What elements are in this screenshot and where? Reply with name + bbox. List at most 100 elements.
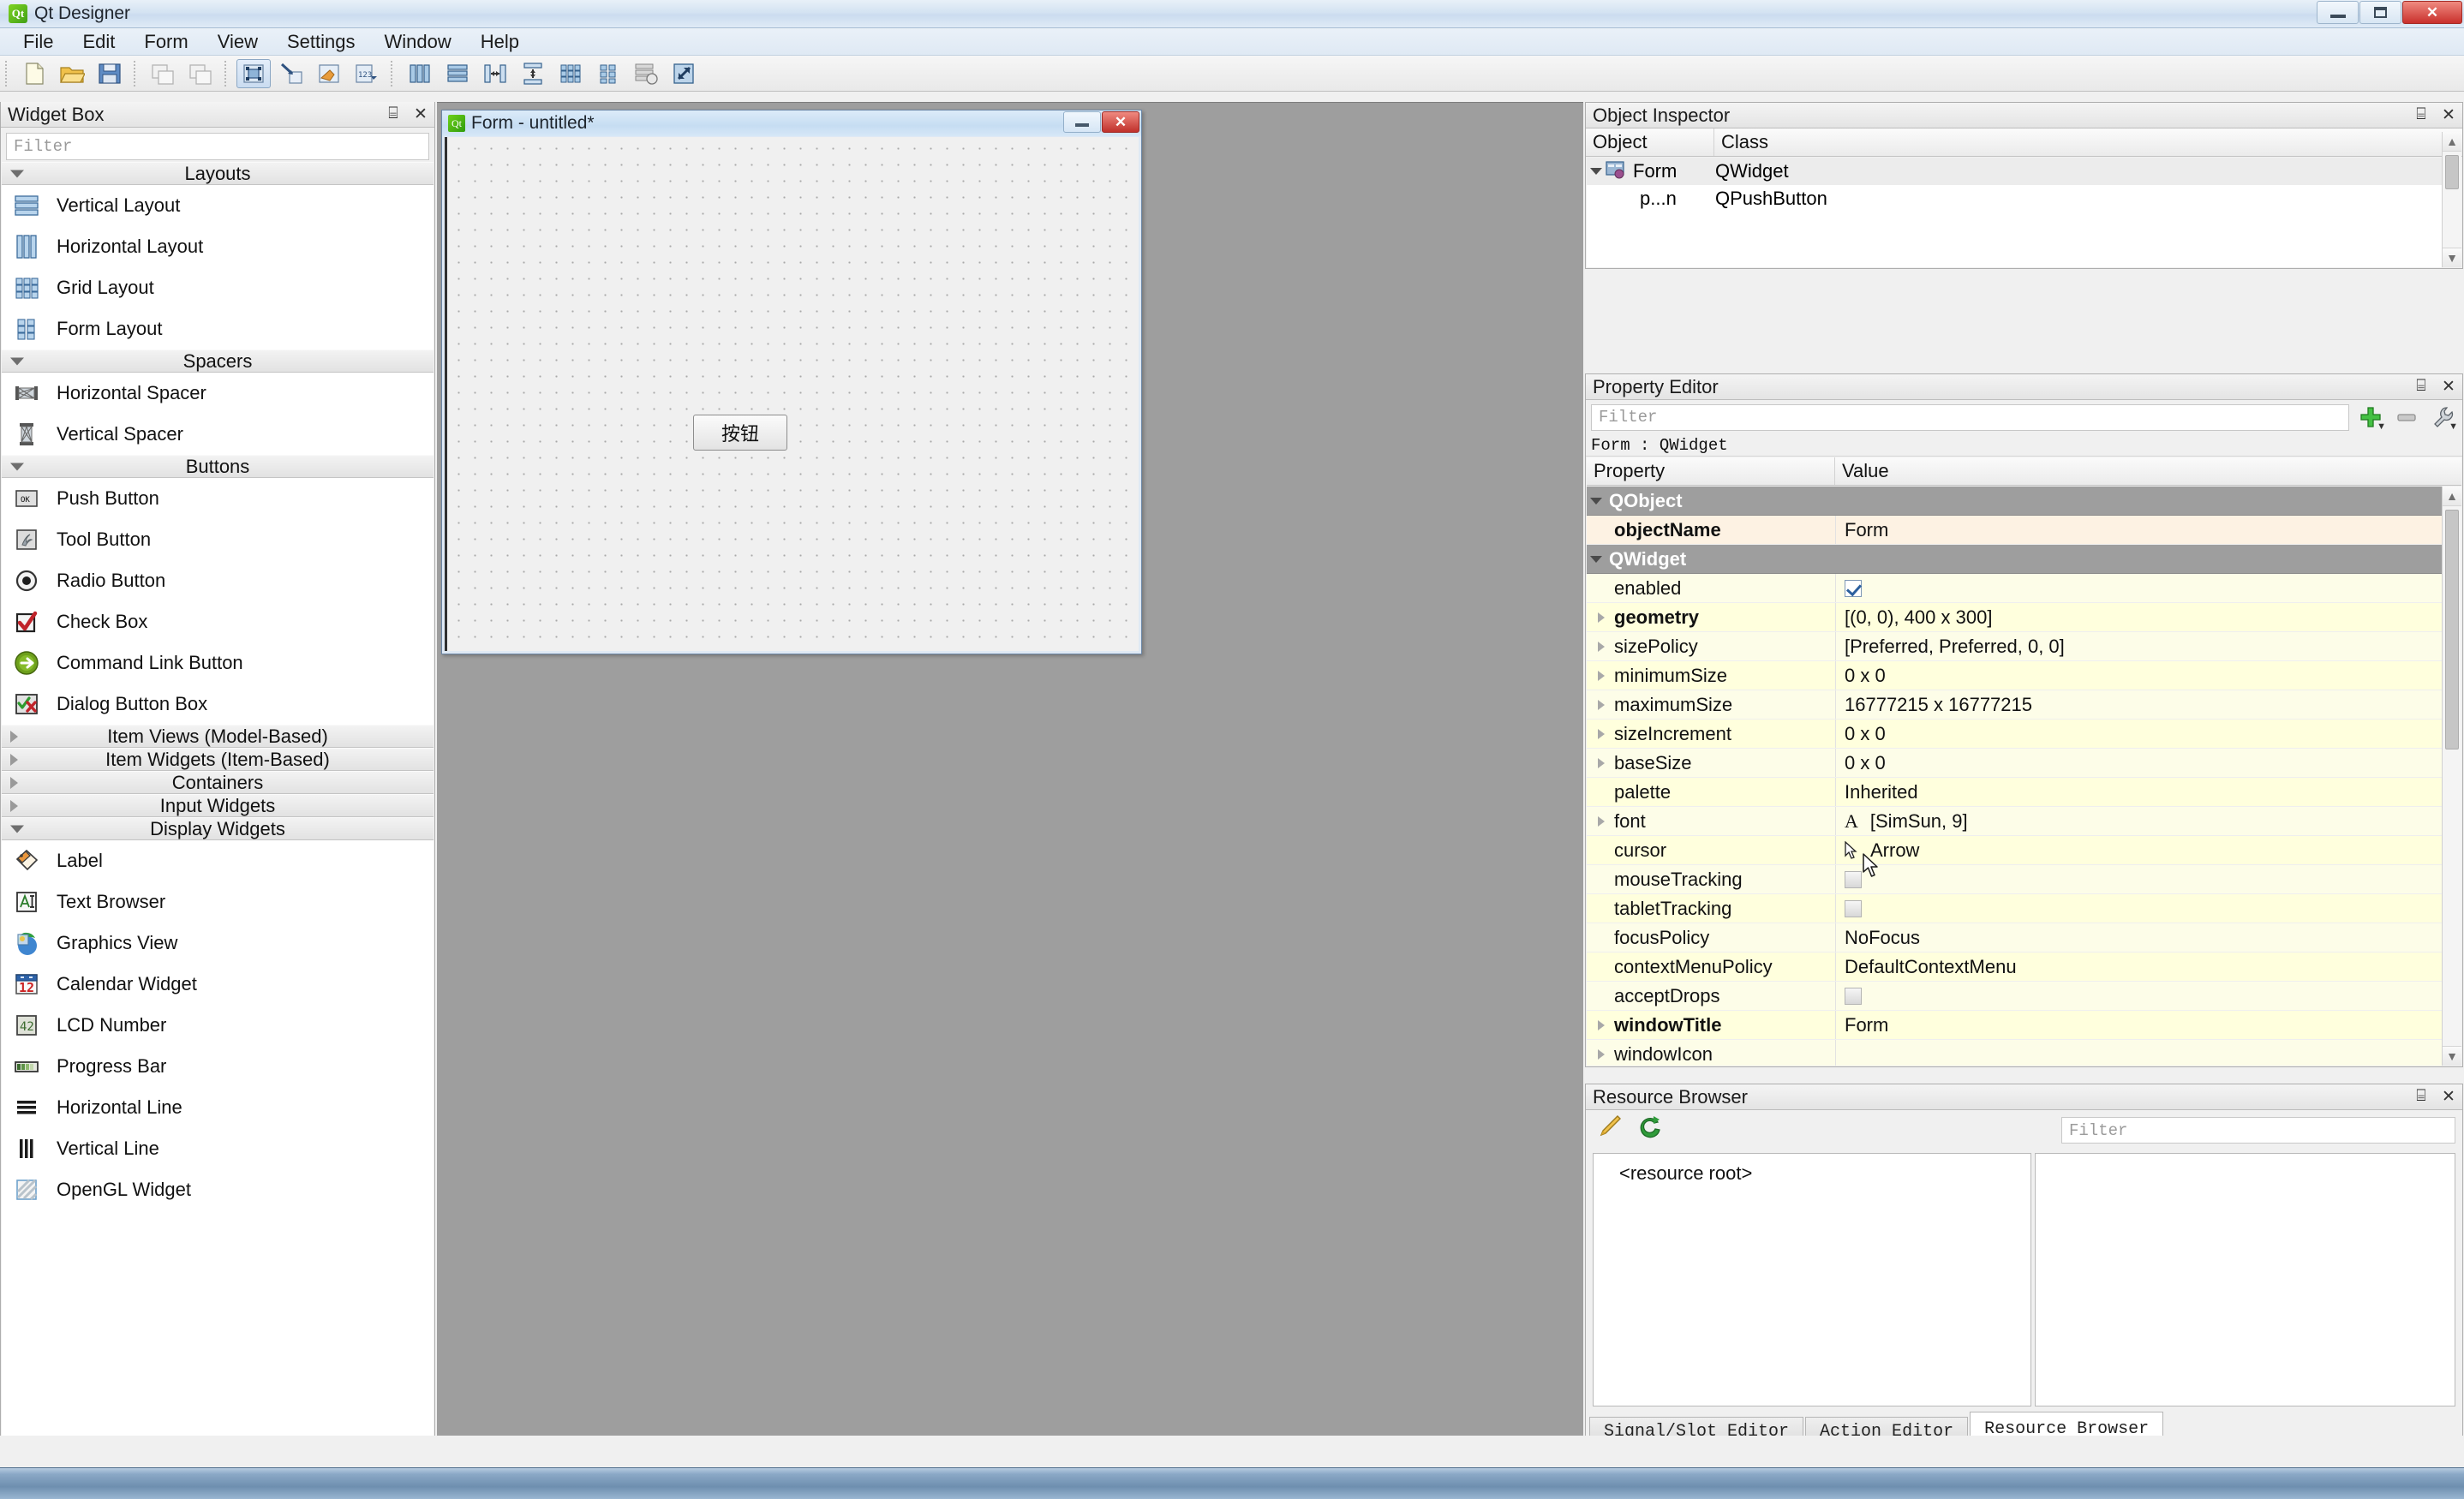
toolbar-grip-4[interactable] (389, 60, 397, 87)
widget-item-command-link-button[interactable]: Command Link Button (2, 642, 434, 684)
minimize-button[interactable] (2317, 1, 2359, 24)
widget-item-text-browser[interactable]: Text Browser (2, 881, 434, 923)
menu-settings[interactable]: Settings (272, 28, 370, 56)
property-row-mousetracking[interactable]: mouseTracking (1587, 865, 2442, 894)
column-header-object[interactable]: Object (1586, 128, 1714, 156)
property-value[interactable]: NoFocus (1845, 927, 1920, 949)
widget-item-progress-bar[interactable]: Progress Bar (2, 1046, 434, 1087)
property-row-font[interactable]: font A [SimSun, 9] (1587, 807, 2442, 836)
scroll-down-icon[interactable]: ▼ (2443, 1046, 2461, 1066)
property-row-objectname[interactable]: objectName Form (1587, 516, 2442, 545)
menu-view[interactable]: View (203, 28, 272, 56)
widget-category-display-widgets[interactable]: Display Widgets (2, 817, 434, 840)
widget-item-dialog-button-box[interactable]: Dialog Button Box (2, 684, 434, 725)
close-icon[interactable]: ✕ (412, 105, 429, 124)
object-inspector-scrollbar[interactable]: ▲ ▼ (2442, 132, 2461, 267)
widget-item-form-layout[interactable]: Form Layout (2, 308, 434, 349)
property-row-sizeincrement[interactable]: sizeIncrement 0 x 0 (1587, 720, 2442, 749)
acceptdrops-checkbox[interactable] (1845, 987, 1862, 1005)
resource-preview-pane[interactable] (2035, 1153, 2455, 1406)
layout-vertically-button[interactable] (440, 59, 475, 88)
property-group-qobject[interactable]: QObject (1587, 487, 2442, 516)
widget-item-label[interactable]: Label (2, 840, 434, 881)
menu-help[interactable]: Help (466, 28, 534, 56)
float-icon[interactable]: ⌸ (385, 105, 402, 124)
layout-horizontally-button[interactable] (403, 59, 437, 88)
expand-triangle-closed-icon[interactable] (1592, 641, 1611, 652)
property-row-maximumsize[interactable]: maximumSize 16777215 x 16777215 (1587, 690, 2442, 720)
widget-item-calendar-widget[interactable]: 12 Calendar Widget (2, 964, 434, 1005)
mousetracking-checkbox[interactable] (1845, 870, 1862, 888)
widget-box-filter-input[interactable]: Filter (6, 133, 429, 160)
property-row-windowicon[interactable]: windowIcon (1587, 1040, 2442, 1066)
menu-edit[interactable]: Edit (68, 28, 129, 56)
expand-triangle-closed-icon[interactable] (1592, 612, 1611, 623)
close-icon[interactable]: ✕ (2440, 105, 2457, 125)
remove-dynamic-property-button[interactable] (2392, 403, 2421, 432)
edit-tab-order-button[interactable]: 123 (350, 59, 384, 88)
edit-widgets-button[interactable] (236, 58, 271, 88)
property-value[interactable]: [Preferred, Preferred, 0, 0] (1845, 636, 2065, 658)
form-minimize-button[interactable] (1063, 111, 1101, 133)
property-row-sizepolicy[interactable]: sizePolicy [Preferred, Preferred, 0, 0] (1587, 632, 2442, 661)
property-value[interactable]: Inherited (1845, 781, 1918, 803)
break-layout-button[interactable] (629, 59, 663, 88)
expand-triangle-closed-icon[interactable] (1592, 699, 1611, 710)
configure-property-editor-button[interactable]: ▼ (2428, 403, 2458, 432)
menu-form[interactable]: Form (129, 28, 202, 56)
form-window[interactable]: Qt Form - untitled* ✕ 按钮 (441, 110, 1142, 654)
toolbar-grip[interactable] (3, 60, 11, 87)
property-row-basesize[interactable]: baseSize 0 x 0 (1587, 749, 2442, 778)
expand-triangle-closed-icon[interactable] (1592, 1019, 1611, 1030)
widget-item-grid-layout[interactable]: Grid Layout (2, 267, 434, 308)
scroll-up-icon[interactable]: ▲ (2443, 132, 2461, 152)
enabled-checkbox[interactable] (1845, 579, 1862, 597)
form-close-button[interactable]: ✕ (1102, 111, 1139, 133)
property-row-cursor[interactable]: cursor Arrow (1587, 836, 2442, 865)
expand-triangle-open-icon[interactable] (1587, 555, 1606, 563)
float-icon[interactable]: ⌸ (2413, 1087, 2430, 1107)
widget-category-item-widgets[interactable]: Item Widgets (Item-Based) (2, 748, 434, 771)
widget-item-vertical-layout[interactable]: Vertical Layout (2, 185, 434, 226)
widget-item-tool-button[interactable]: Tool Button (2, 519, 434, 560)
resource-root-label[interactable]: <resource root> (1619, 1162, 1752, 1184)
reload-resources-button[interactable] (1636, 1113, 1665, 1147)
property-row-contextmenupolicy[interactable]: contextMenuPolicy DefaultContextMenu (1587, 953, 2442, 982)
edit-signals-slots-button[interactable] (274, 59, 308, 88)
property-value[interactable]: [(0, 0), 400 x 300] (1845, 606, 1992, 629)
property-value[interactable]: 16777215 x 16777215 (1845, 694, 2032, 716)
expand-triangle-closed-icon[interactable] (1592, 728, 1611, 739)
widget-item-vertical-line[interactable]: Vertical Line (2, 1128, 434, 1169)
property-row-enabled[interactable]: enabled (1587, 574, 2442, 603)
property-group-qwidget[interactable]: QWidget (1587, 545, 2442, 574)
expand-triangle-closed-icon[interactable] (1592, 815, 1611, 827)
widget-item-horizontal-line[interactable]: Horizontal Line (2, 1087, 434, 1128)
toolbar-grip-3[interactable] (223, 60, 230, 87)
add-dynamic-property-button[interactable]: ▼ (2356, 403, 2386, 432)
widget-item-vertical-spacer[interactable]: Vertical Spacer (2, 414, 434, 455)
widget-item-opengl-widget[interactable]: OpenGL Widget (2, 1169, 434, 1210)
widget-item-horizontal-spacer[interactable]: Horizontal Spacer (2, 373, 434, 414)
widget-category-item-views[interactable]: Item Views (Model-Based) (2, 725, 434, 748)
widget-category-containers[interactable]: Containers (2, 771, 434, 794)
widget-category-layouts[interactable]: Layouts (2, 162, 434, 185)
scroll-down-icon[interactable]: ▼ (2443, 248, 2461, 267)
float-icon[interactable]: ⌸ (2413, 105, 2430, 125)
property-editor-scrollbar[interactable]: ▲ ▼ (2442, 487, 2461, 1066)
widget-item-horizontal-layout[interactable]: Horizontal Layout (2, 226, 434, 267)
property-row-acceptdrops[interactable]: acceptDrops (1587, 982, 2442, 1011)
widget-category-buttons[interactable]: Buttons (2, 455, 434, 478)
menu-window[interactable]: Window (370, 28, 466, 56)
property-value[interactable]: 0 x 0 (1845, 752, 1886, 774)
save-form-button[interactable] (93, 59, 127, 88)
os-taskbar[interactable] (0, 1467, 2464, 1499)
redo-button[interactable] (183, 59, 218, 88)
undo-button[interactable] (146, 59, 180, 88)
widget-item-graphics-view[interactable]: Graphics View (2, 923, 434, 964)
scroll-up-icon[interactable]: ▲ (2443, 487, 2461, 506)
float-icon[interactable]: ⌸ (2413, 377, 2430, 397)
property-value[interactable]: Form (1845, 1014, 1888, 1036)
adjust-size-button[interactable] (667, 59, 701, 88)
expand-triangle-open-icon[interactable] (1587, 168, 1606, 175)
resource-filter-input[interactable]: Filter (2061, 1117, 2455, 1144)
